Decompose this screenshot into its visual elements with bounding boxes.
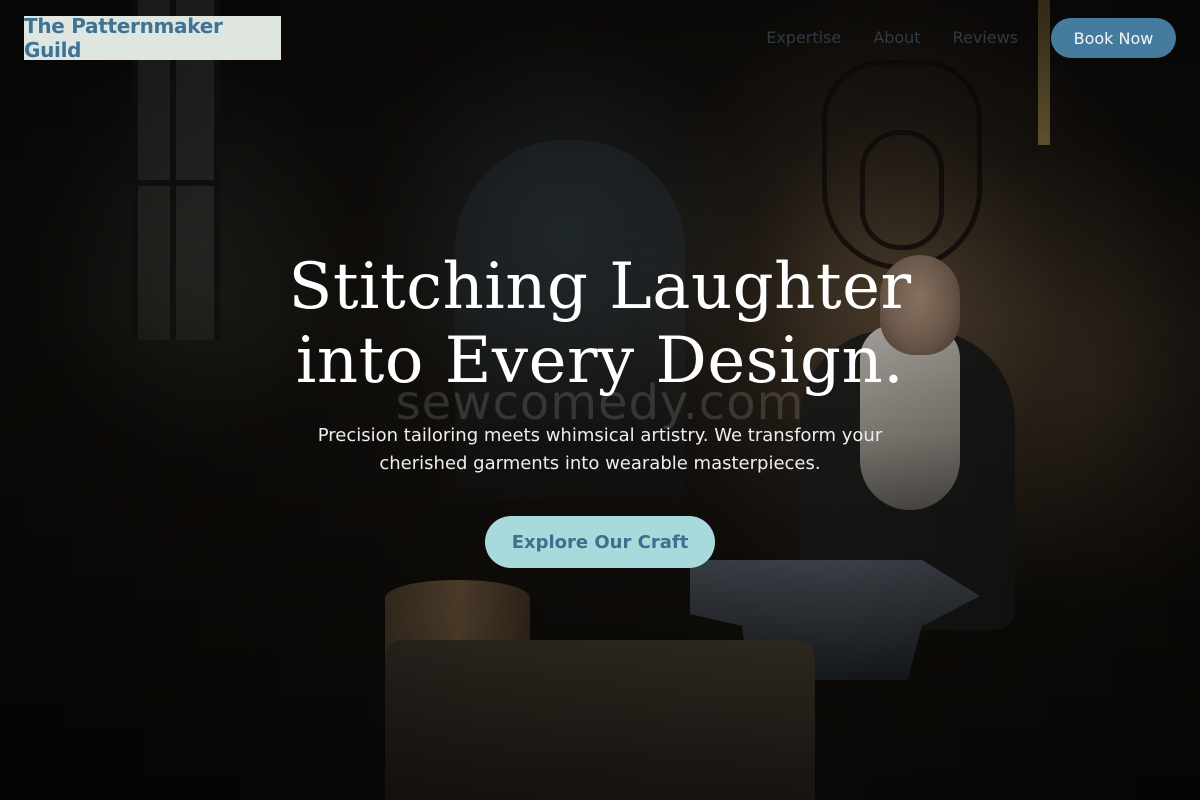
nav-links: Expertise About Reviews: [766, 28, 1018, 47]
brand-logo[interactable]: The Patternmaker Guild: [24, 14, 281, 62]
book-now-button[interactable]: Book Now: [1051, 18, 1176, 58]
nav-link-expertise[interactable]: Expertise: [766, 28, 841, 47]
top-navigation: The Patternmaker Guild Expertise About R…: [0, 0, 1200, 76]
hero-title-line-2: into Every Design.: [295, 324, 905, 398]
hero-title: Stitching Laughter into Every Design.: [0, 250, 1200, 398]
explore-craft-button[interactable]: Explore Our Craft: [485, 516, 715, 568]
nav-link-reviews[interactable]: Reviews: [953, 28, 1018, 47]
hero-section: Stitching Laughter into Every Design. se…: [0, 250, 1200, 568]
hero-title-line-1: Stitching Laughter: [288, 250, 912, 324]
nav-link-about[interactable]: About: [873, 28, 920, 47]
hero-subtitle: Precision tailoring meets whimsical arti…: [317, 425, 883, 474]
